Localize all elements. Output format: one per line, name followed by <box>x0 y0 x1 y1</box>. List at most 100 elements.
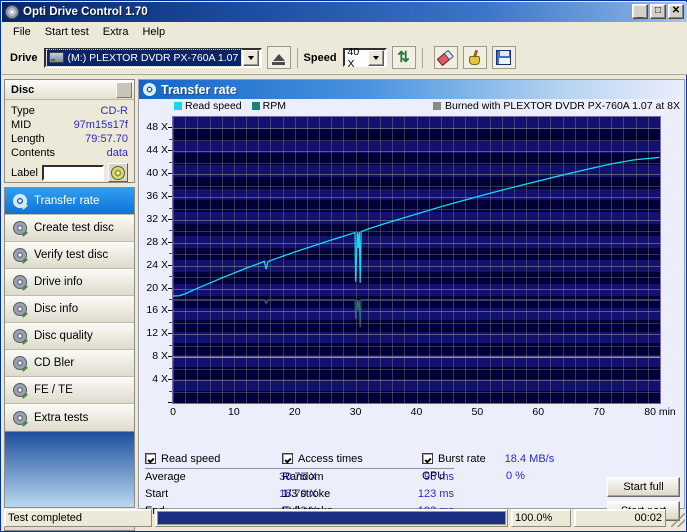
disc-key-type: Type <box>11 105 35 117</box>
read-speed-title: Read speed <box>161 452 221 465</box>
sidebar-item-verify-test-disc[interactable]: Verify test disc <box>5 242 134 269</box>
speed-chevron-down-icon[interactable] <box>367 49 384 66</box>
legend-burned-with: Burned with PLEXTOR DVDR PX-760A 1.07 at… <box>432 100 680 112</box>
disc-test-icon <box>13 302 27 316</box>
disc-test-icon <box>13 221 27 235</box>
start-full-button[interactable]: Start full <box>607 477 680 497</box>
legend-item-rpm: RPM <box>251 100 286 112</box>
disc-value-type: CD-R <box>100 105 129 117</box>
legend-label-rpm: RPM <box>262 100 286 112</box>
disc-test-icon <box>13 410 27 425</box>
stat-key-third-stroke: 1/3 stroke <box>282 488 331 500</box>
disc-row-contents: Contents data <box>11 146 128 160</box>
clean-button[interactable] <box>462 46 487 69</box>
disc-key-mid: MID <box>11 119 32 131</box>
toolbar-divider-2 <box>421 47 423 68</box>
disc-info-header: Disc <box>5 80 134 100</box>
window-title: Opti Drive Control 1.70 <box>23 6 148 18</box>
sidebar-label-cd-bler: CD Bler <box>34 357 75 369</box>
chart-area: 4 X8 X 12 X 16 X 20 X 24 X 28 X 32 X 36 X 40 X 44… <box>139 114 684 521</box>
sidebar-item-extra-tests[interactable]: Extra tests <box>5 404 134 431</box>
disc-test-icon <box>13 194 27 208</box>
menu-label-file: File <box>13 25 31 38</box>
burst-rate-header: Burst rate 18.4 MB/s <box>422 451 622 466</box>
burst-rate-checkbox[interactable] <box>422 453 433 464</box>
sidebar-label-drive-info: Drive info <box>34 276 83 288</box>
disc-test-icon <box>13 383 27 397</box>
y-axis: 4 X8 X 12 X 16 X 20 X 24 X 28 X 32 X 36 X 40 X 44… <box>139 114 172 406</box>
sidebar-item-cd-bler[interactable]: CD Bler <box>5 350 134 377</box>
disc-key-length: Length <box>11 133 45 145</box>
menu-label-extra: Extra <box>102 25 129 38</box>
disc-info-box: Disc Type CD-R MID 97m15s17f Length 79:5… <box>4 79 135 183</box>
sidebar-item-disc-quality[interactable]: Disc quality <box>5 323 134 350</box>
menu-label-help: Help <box>142 25 166 38</box>
progress-cell <box>155 509 508 527</box>
disc-collapse-button[interactable] <box>116 81 132 98</box>
erase-button[interactable] <box>433 46 458 69</box>
disc-test-icon <box>13 248 27 262</box>
disc-label-key: Label <box>11 166 38 179</box>
status-message-text: Test completed <box>8 512 82 524</box>
application-window: Opti Drive Control 1.70 _ □ ✕ File Start… <box>0 0 687 532</box>
sidebar-label-transfer-rate: Transfer rate <box>34 195 100 207</box>
maximize-button[interactable]: □ <box>650 4 666 19</box>
chevron-down-icon[interactable] <box>242 49 259 66</box>
legend-swatch-burned <box>432 102 441 110</box>
refresh-icon: ⇅ <box>397 49 410 66</box>
disc-row-length: Length 79:57.70 <box>11 132 128 146</box>
disc-label-input[interactable] <box>41 164 104 181</box>
cd-disc-icon <box>111 165 125 180</box>
sidebar-item-create-test-disc[interactable]: Create test disc <box>5 215 134 242</box>
disc-value-length: 79:57.70 <box>85 133 128 145</box>
stat-key-start: Start <box>145 488 169 500</box>
menu-item-start-test[interactable]: Start test <box>38 24 96 40</box>
resize-grip-icon[interactable] <box>671 513 685 527</box>
speed-select[interactable]: 40 X <box>342 46 387 70</box>
disc-test-icon <box>143 83 156 96</box>
menu-item-extra[interactable]: Extra <box>96 24 136 40</box>
main-panel: Transfer rate Read speed RPM Burned with… <box>138 79 685 521</box>
close-button[interactable]: ✕ <box>668 4 684 19</box>
stat-value-third-stroke: 123 ms <box>417 488 454 500</box>
minimize-button[interactable]: _ <box>632 4 648 19</box>
title-bar: Opti Drive Control 1.70 _ □ ✕ <box>2 2 687 22</box>
sidebar-item-disc-info[interactable]: Disc info <box>5 296 134 323</box>
page-title: Transfer rate <box>161 82 237 97</box>
stat-value-cpu: 0 % <box>506 470 525 482</box>
disc-refresh-button[interactable] <box>108 163 128 182</box>
window-controls: _ □ ✕ <box>632 4 684 19</box>
sidebar-filler <box>4 432 135 508</box>
legend-label-burned: Burned with PLEXTOR DVDR PX-760A 1.07 at… <box>444 100 680 112</box>
access-times-checkbox[interactable] <box>282 453 293 464</box>
plot-area[interactable] <box>172 116 661 404</box>
sidebar-item-drive-info[interactable]: Drive info <box>5 269 134 296</box>
legend-series: Read speed RPM <box>174 100 292 112</box>
save-button[interactable] <box>491 46 516 69</box>
left-sidebar: Disc Type CD-R MID 97m15s17f Length 79:5… <box>4 79 135 531</box>
chart-svg <box>173 156 660 358</box>
eject-button[interactable] <box>266 46 291 69</box>
disc-info-rows: Type CD-R MID 97m15s17f Length 79:57.70 … <box>5 100 134 182</box>
progress-bar-fill <box>158 512 505 524</box>
legend-label-read-speed: Read speed <box>185 100 242 112</box>
close-icon: ✕ <box>671 4 681 16</box>
sidebar-item-transfer-rate[interactable]: Transfer rate <box>5 188 134 215</box>
refresh-button[interactable]: ⇅ <box>391 46 416 69</box>
eject-icon <box>271 50 287 65</box>
menu-item-help[interactable]: Help <box>135 24 172 40</box>
menu-item-file[interactable]: File <box>6 24 38 40</box>
drive-selected-value[interactable]: (M:) PLEXTOR DVDR PX-760A 1.07 <box>45 48 242 67</box>
drive-select[interactable]: (M:) PLEXTOR DVDR PX-760A 1.07 <box>43 47 262 68</box>
toolbar: Drive (M:) PLEXTOR DVDR PX-760A 1.07 Spe… <box>2 41 687 75</box>
burst-rate-title: Burst rate <box>438 452 486 465</box>
progress-bar <box>157 511 506 525</box>
x-axis: 0 10 20 30 40 50 60 70 80 min <box>170 406 676 418</box>
disc-key-contents: Contents <box>11 147 56 159</box>
read-speed-checkbox[interactable] <box>145 453 156 464</box>
speed-label: Speed <box>303 51 337 64</box>
broom-icon <box>467 50 483 65</box>
disc-info-title: Disc <box>11 83 35 96</box>
toolbar-divider-1 <box>296 47 298 68</box>
sidebar-item-fe-te[interactable]: FE / TE <box>5 377 134 404</box>
